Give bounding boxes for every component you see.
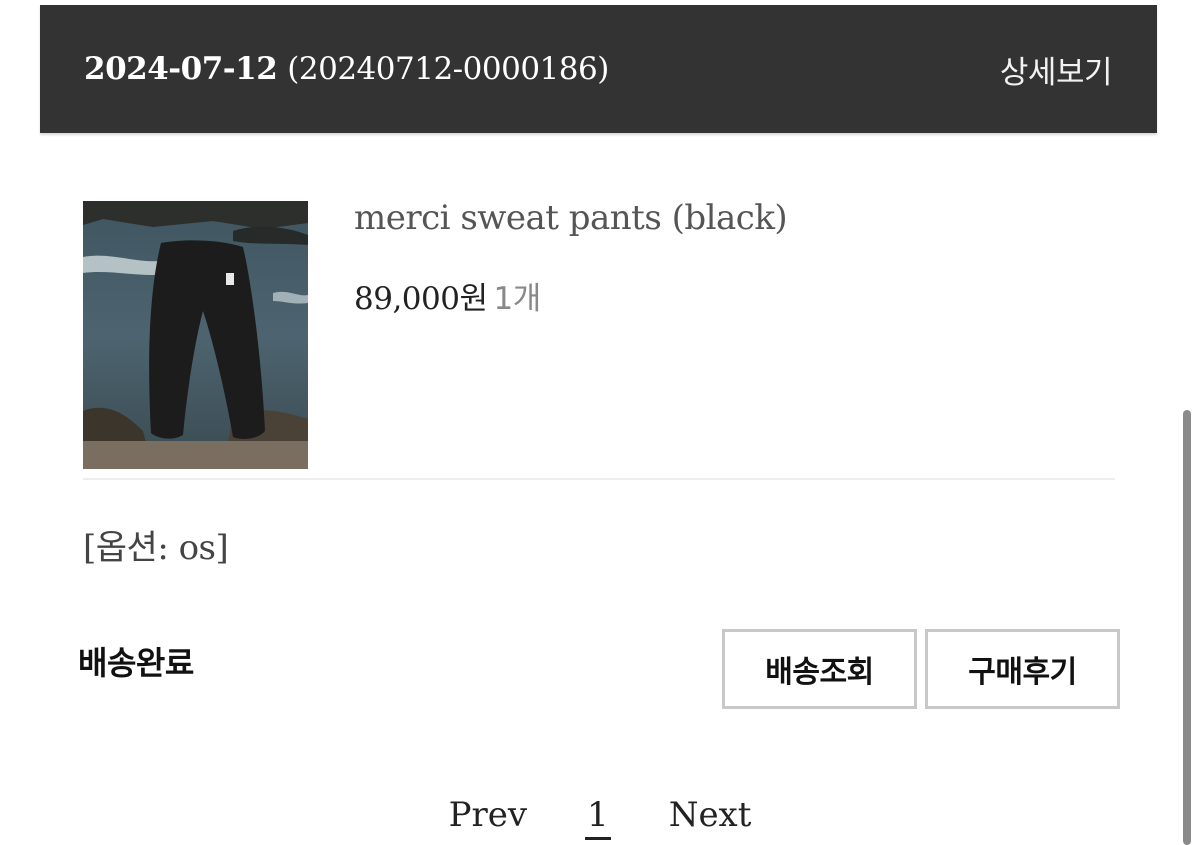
- prev-page-link[interactable]: Prev: [449, 795, 527, 835]
- order-date: 2024-07-12: [84, 51, 278, 87]
- order-header: 2024-07-12 (20240712-0000186) 상세보기: [40, 5, 1157, 133]
- section-divider: [83, 478, 1115, 480]
- product-photo-black-pants: [83, 201, 308, 469]
- order-history-page: 2024-07-12 (20240712-0000186) 상세보기 merci…: [0, 0, 1200, 845]
- product-price-line: 89,000원 1개: [354, 273, 541, 318]
- product-name[interactable]: merci sweat pants (black): [354, 198, 788, 238]
- page-number-current[interactable]: 1: [585, 795, 611, 840]
- product-option: [옵션: os]: [83, 528, 229, 568]
- track-delivery-button[interactable]: 배송조회: [722, 629, 917, 709]
- product-price: 89,000원: [354, 281, 488, 317]
- product-quantity: 1개: [493, 281, 542, 317]
- delivery-status: 배송완료: [78, 644, 194, 682]
- scrollbar[interactable]: [1183, 410, 1191, 845]
- view-details-link[interactable]: 상세보기: [1000, 47, 1113, 92]
- product-thumbnail[interactable]: [83, 201, 308, 469]
- pagination: Prev 1 Next: [0, 795, 1200, 840]
- order-info: 2024-07-12 (20240712-0000186): [84, 51, 609, 87]
- next-page-link[interactable]: Next: [669, 795, 752, 835]
- write-review-button[interactable]: 구매후기: [925, 629, 1120, 709]
- order-number: (20240712-0000186): [287, 51, 609, 87]
